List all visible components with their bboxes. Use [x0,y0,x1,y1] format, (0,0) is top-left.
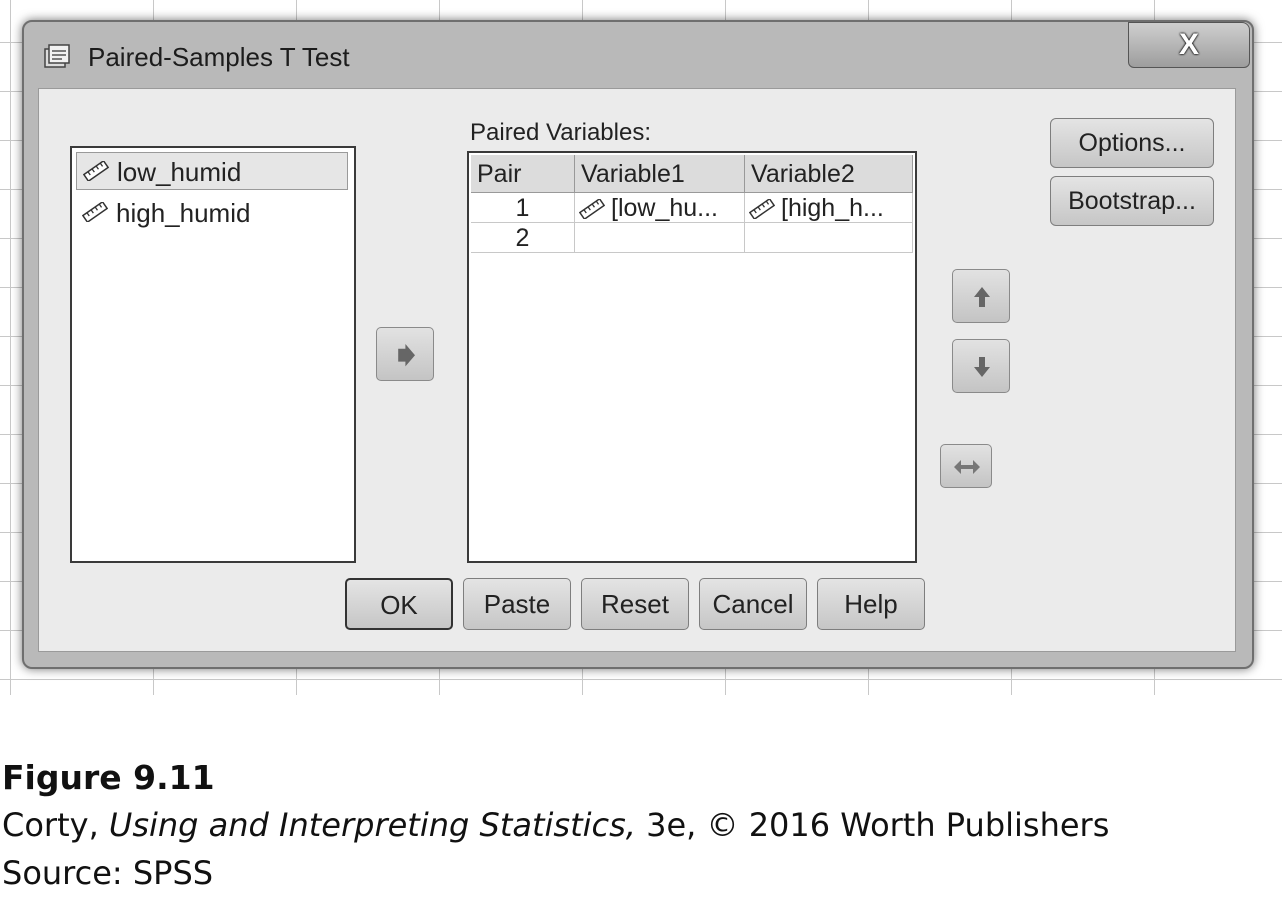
ok-button[interactable]: OK [345,578,453,630]
spss-dialog-icon [44,44,70,68]
paste-button[interactable]: Paste [463,578,571,630]
variable1-cell[interactable]: [low_hu... [575,193,745,223]
variable2-cell[interactable] [745,223,913,253]
scale-ruler-icon [82,202,108,222]
close-button[interactable]: X [1128,22,1250,68]
move-up-button[interactable] [952,269,1010,323]
help-button[interactable]: Help [817,578,925,630]
move-down-button[interactable] [952,339,1010,393]
variable-item-low-humid[interactable]: low_humid [76,152,348,190]
variable-label: high_humid [116,198,251,228]
column-header-variable2: Variable2 [745,155,913,193]
credit-author: Corty, [2,806,109,844]
variable-item-high-humid[interactable]: high_humid [76,194,348,232]
figure-number: Figure 9.11 [2,758,215,797]
pair-number-cell[interactable]: 1 [471,193,575,223]
scale-ruler-icon [579,199,605,220]
arrow-right-icon [398,344,415,367]
column-header-variable1: Variable1 [575,155,745,193]
credit-edition: 3e, © 2016 Worth Publishers [635,806,1110,844]
bootstrap-button[interactable]: Bootstrap... [1050,176,1214,226]
paired-samples-t-test-dialog: Paired-Samples T Test X low_humid high_h… [22,20,1254,669]
reset-button[interactable]: Reset [581,578,689,630]
scale-ruler-icon [749,199,775,220]
options-button[interactable]: Options... [1050,118,1214,168]
cancel-button[interactable]: Cancel [699,578,807,630]
figure-source: Source: SPSS [2,854,214,892]
variable-label: low_humid [117,157,242,187]
dialog-title: Paired-Samples T Test [88,42,350,72]
arrow-down-icon [974,357,990,377]
variable2-value: [high_h... [781,194,884,222]
swap-icon [954,460,980,474]
source-variable-list[interactable]: low_humid high_humid [70,146,356,563]
pair-number-cell[interactable]: 2 [471,223,575,253]
arrow-up-icon [974,287,990,307]
credit-book-title: Using and Interpreting Statistics, [108,806,636,844]
swap-variables-button[interactable] [940,444,992,488]
variable1-cell[interactable] [575,223,745,253]
column-header-pair: Pair [471,155,575,193]
figure-credit: Corty, Using and Interpreting Statistics… [2,806,1109,844]
paired-variables-label: Paired Variables: [470,119,651,146]
paired-variables-table[interactable]: Pair Variable1 Variable2 1 [low_hu... [h… [467,151,917,563]
variable2-cell[interactable]: [high_h... [745,193,913,223]
variable1-value: [low_hu... [611,194,719,222]
move-to-pairs-button[interactable] [376,327,434,381]
scale-ruler-icon [83,161,109,181]
dialog-client-area: low_humid high_humid Paired Variables: P… [38,88,1236,652]
